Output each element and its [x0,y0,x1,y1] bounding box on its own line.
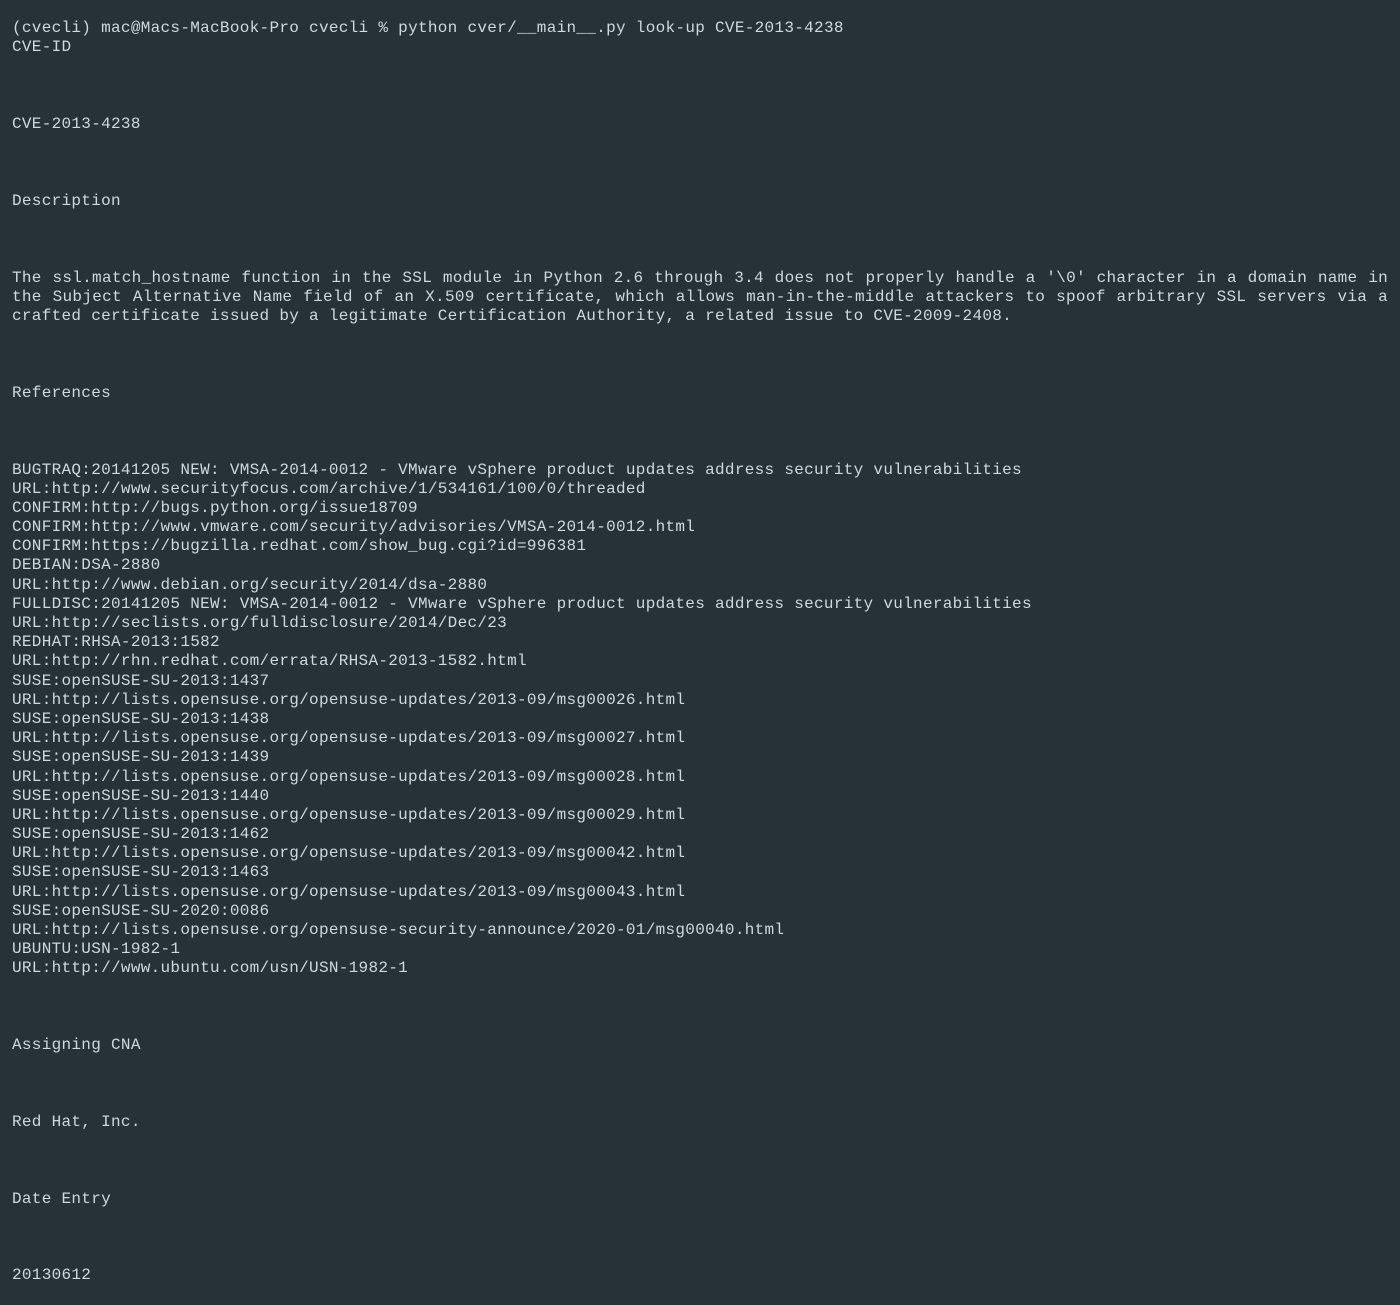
reference-line: URL:http://lists.opensuse.org/opensuse-s… [12,921,1388,940]
reference-line: SUSE:openSUSE-SU-2013:1462 [12,825,1388,844]
reference-line: SUSE:openSUSE-SU-2013:1437 [12,672,1388,691]
reference-line: SUSE:openSUSE-SU-2013:1463 [12,863,1388,882]
reference-line: CONFIRM:http://www.vmware.com/security/a… [12,518,1388,537]
reference-line: SUSE:openSUSE-SU-2013:1438 [12,710,1388,729]
reference-line: URL:http://lists.opensuse.org/opensuse-u… [12,768,1388,787]
prompt-command: python cver/__main__.py look-up CVE-2013… [398,19,844,37]
terminal-output[interactable]: (cvecli) mac@Macs-MacBook-Pro cvecli % p… [12,0,1388,1305]
reference-line: URL:http://seclists.org/fulldisclosure/2… [12,614,1388,633]
reference-line: UBUNTU:USN-1982-1 [12,940,1388,959]
blank-line [12,1151,1388,1170]
reference-line: BUGTRAQ:20141205 NEW: VMSA-2014-0012 - V… [12,461,1388,480]
blank-line [12,77,1388,96]
reference-line: URL:http://lists.opensuse.org/opensuse-u… [12,729,1388,748]
description-label: Description [12,192,1388,211]
reference-line: FULLDISC:20141205 NEW: VMSA-2014-0012 - … [12,595,1388,614]
date-entry-label: Date Entry [12,1190,1388,1209]
cve-id-label: CVE-ID [12,38,1388,57]
blank-line [12,230,1388,249]
reference-line: SUSE:openSUSE-SU-2020:0086 [12,902,1388,921]
blank-line [12,998,1388,1017]
shell-prompt: (cvecli) mac@Macs-MacBook-Pro cvecli % p… [12,19,844,37]
reference-line: URL:http://lists.opensuse.org/opensuse-u… [12,844,1388,863]
reference-line: SUSE:openSUSE-SU-2013:1440 [12,787,1388,806]
reference-line: URL:http://lists.opensuse.org/opensuse-u… [12,883,1388,902]
prompt-prefix: (cvecli) mac@Macs-MacBook-Pro cvecli % [12,19,398,37]
reference-line: URL:http://www.debian.org/security/2014/… [12,576,1388,595]
references-label: References [12,384,1388,403]
blank-line [12,422,1388,441]
reference-line: REDHAT:RHSA-2013:1582 [12,633,1388,652]
description-text: The ssl.match_hostname function in the S… [12,269,1388,327]
date-entry-value: 20130612 [12,1266,1388,1285]
reference-line: URL:http://www.ubuntu.com/usn/USN-1982-1 [12,959,1388,978]
reference-line: SUSE:openSUSE-SU-2013:1439 [12,748,1388,767]
blank-line [12,1228,1388,1247]
reference-line: CONFIRM:https://bugzilla.redhat.com/show… [12,537,1388,556]
reference-line: URL:http://lists.opensuse.org/opensuse-u… [12,806,1388,825]
reference-line: URL:http://lists.opensuse.org/opensuse-u… [12,691,1388,710]
reference-line: URL:http://www.securityfocus.com/archive… [12,480,1388,499]
references-list: BUGTRAQ:20141205 NEW: VMSA-2014-0012 - V… [12,461,1388,979]
blank-line [12,345,1388,364]
blank-line [12,1075,1388,1094]
reference-line: URL:http://rhn.redhat.com/errata/RHSA-20… [12,652,1388,671]
cve-id-value: CVE-2013-4238 [12,115,1388,134]
assigning-cna-value: Red Hat, Inc. [12,1113,1388,1132]
assigning-cna-label: Assigning CNA [12,1036,1388,1055]
blank-line [12,154,1388,173]
reference-line: DEBIAN:DSA-2880 [12,556,1388,575]
reference-line: CONFIRM:http://bugs.python.org/issue1870… [12,499,1388,518]
